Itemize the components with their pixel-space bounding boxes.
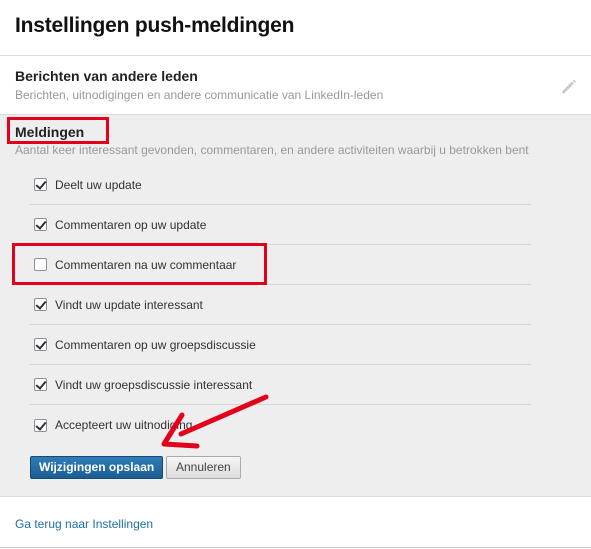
option-row: Deelt uw update xyxy=(30,165,531,205)
option-label: Vindt uw groepsdiscussie interessant xyxy=(55,377,253,392)
option-checkbox[interactable] xyxy=(34,338,47,351)
option-row: Commentaren op uw groepsdiscussie xyxy=(30,325,531,365)
option-label: Accepteert uw uitnodiging xyxy=(55,418,193,432)
bottom-divider xyxy=(0,547,591,548)
members-section-title: Berichten van andere leden xyxy=(15,68,198,84)
option-row: Accepteert uw uitnodiging xyxy=(30,405,531,445)
option-checkbox[interactable] xyxy=(34,218,47,231)
pencil-icon[interactable] xyxy=(559,76,579,96)
highlight-box-option xyxy=(12,243,267,285)
option-row: Vindt uw update interessant xyxy=(30,285,531,325)
save-button[interactable]: Wijzigingen opslaan xyxy=(30,456,164,479)
highlight-box-title xyxy=(7,117,109,144)
notifications-section: Meldingen Aantal keer interessant gevond… xyxy=(0,114,591,497)
option-checkbox[interactable] xyxy=(34,378,47,391)
members-section: Berichten van andere leden Berichten, ui… xyxy=(0,56,591,114)
page-title: Instellingen push-meldingen xyxy=(15,14,295,37)
notification-options: Deelt uw update Commentaren op uw update… xyxy=(30,165,531,445)
option-row: Vindt uw groepsdiscussie interessant xyxy=(30,365,531,405)
option-label: Vindt uw update interessant xyxy=(55,297,203,312)
option-label: Commentaren op uw groepsdiscussie xyxy=(55,337,256,352)
members-section-description: Berichten, uitnodigingen en andere commu… xyxy=(15,88,384,102)
option-row: Commentaren op uw update xyxy=(30,205,531,245)
option-label: Commentaren op uw update xyxy=(55,217,207,232)
option-checkbox[interactable] xyxy=(34,178,47,191)
option-checkbox[interactable] xyxy=(34,418,47,432)
back-to-settings-link[interactable]: Ga terug naar Instellingen xyxy=(15,517,153,531)
notifications-description: Aantal keer interessant gevonden, commen… xyxy=(15,143,529,157)
cancel-button[interactable]: Annuleren xyxy=(166,456,241,479)
option-label: Deelt uw update xyxy=(55,177,142,192)
option-checkbox[interactable] xyxy=(34,298,47,311)
